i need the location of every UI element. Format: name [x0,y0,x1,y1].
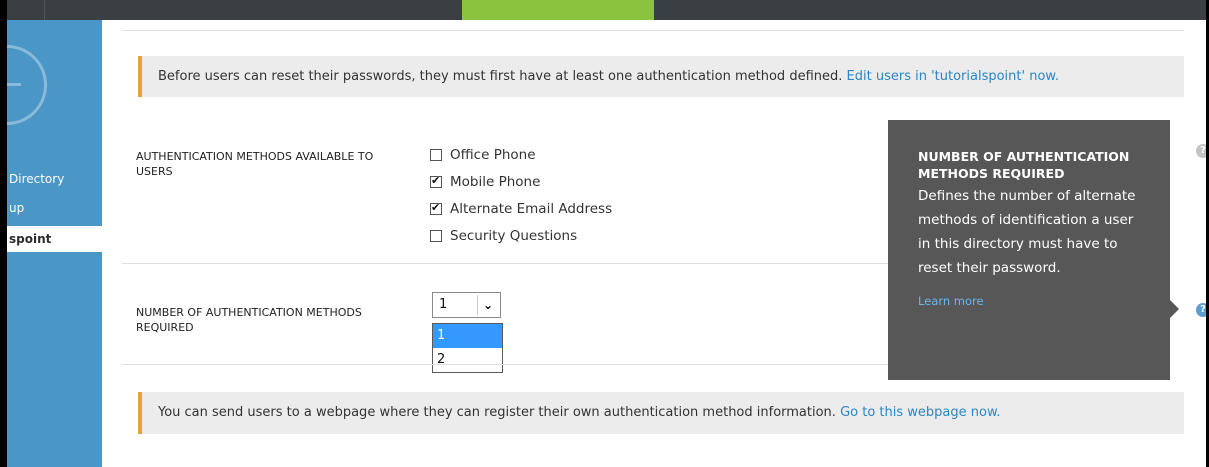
checkbox-label: Mobile Phone [450,174,541,190]
checkbox[interactable] [430,149,442,161]
checkbox-alternate-email[interactable]: Alternate Email Address [430,199,612,219]
checkbox[interactable] [430,230,442,242]
info-banner-text: Before users can reset their passwords, … [158,69,843,84]
help-tooltip: NUMBER OF AUTHENTICATION METHODS REQUIRE… [888,120,1170,380]
sidebar: Directory up spoint [7,20,102,467]
divider [122,263,888,264]
select-value: 1 [439,297,448,312]
power-icon-bar [7,83,21,86]
checkbox-label: Security Questions [450,228,578,244]
main-content: Before users can reset their passwords, … [102,20,1209,467]
sidebar-item-group[interactable]: up [7,195,24,221]
edit-users-link[interactable]: Edit users in 'tutorialspoint' now. [847,69,1059,84]
info-banner-top: Before users can reset their passwords, … [138,56,1184,97]
active-tab-indicator[interactable] [462,0,654,20]
tooltip-body: Defines the number of alternate methods … [918,188,1136,276]
num-methods-dropdown: 1 2 [432,323,503,373]
checkbox-label: Alternate Email Address [450,201,613,217]
num-methods-label: NUMBER OF AUTHENTICATION METHODS REQUIRE… [136,306,362,334]
chevron-down-icon[interactable]: ⌄ [477,295,498,315]
checkbox-security-questions[interactable]: Security Questions [430,226,577,246]
sidebar-item-directory[interactable]: Directory [7,166,64,192]
info-banner-text: You can send users to a webpage where th… [158,405,836,420]
tooltip-title: NUMBER OF AUTHENTICATION METHODS REQUIRE… [918,149,1130,181]
sidebar-item-tutorialspoint[interactable]: spoint [7,226,102,252]
top-nav-bar [0,0,1209,20]
divider [122,30,1184,31]
register-webpage-link[interactable]: Go to this webpage now. [840,405,1000,420]
top-nav-divider [44,0,45,20]
learn-more-link[interactable]: Learn more [918,294,1140,308]
checkbox[interactable] [430,201,442,215]
dropdown-option[interactable]: 1 [433,324,502,348]
checkbox-label: Office Phone [450,147,536,163]
checkbox-office-phone[interactable]: Office Phone [430,145,536,165]
checkbox[interactable] [430,174,442,188]
info-banner-bottom: You can send users to a webpage where th… [138,392,1184,434]
dropdown-option[interactable]: 2 [433,348,502,372]
tooltip-pointer [1170,300,1179,318]
divider [122,364,888,365]
num-methods-select[interactable]: 1 ⌄ [432,292,501,318]
auth-methods-label: AUTHENTICATION METHODS AVAILABLE TO USER… [136,150,374,178]
checkbox-mobile-phone[interactable]: Mobile Phone [430,172,540,192]
window-frame-left [0,0,7,467]
